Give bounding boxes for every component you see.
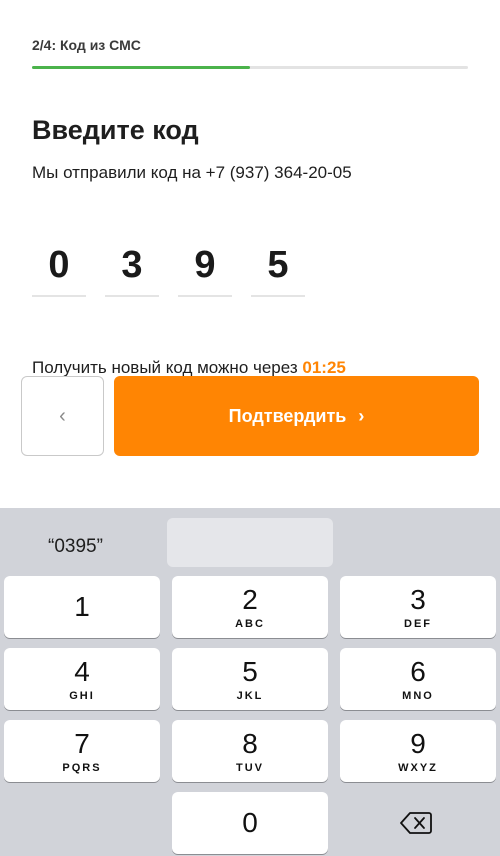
key-digit: 0 — [242, 807, 258, 838]
key-7[interactable]: 7 PQRS — [4, 720, 160, 782]
key-digit: 6 — [410, 655, 426, 687]
key-digit: 7 — [74, 727, 90, 759]
key-3[interactable]: 3 DEF — [340, 576, 496, 638]
key-digit: 5 — [242, 655, 258, 687]
key-5[interactable]: 5 JKL — [172, 648, 328, 710]
code-input-group[interactable]: 0 3 9 5 — [32, 240, 305, 297]
progress-bar — [32, 66, 468, 69]
code-digit-4[interactable]: 5 — [251, 240, 305, 297]
key-digit: 1 — [74, 591, 90, 622]
phone-subtitle: Мы отправили код на +7 (937) 364-20-05 — [32, 163, 352, 182]
confirm-button[interactable]: Подтвердить › — [114, 376, 479, 456]
key-0[interactable]: 0 — [172, 792, 328, 854]
key-letters: MNO — [402, 689, 434, 702]
resend-prefix: Получить новый код можно через — [32, 358, 298, 377]
key-letters: WXYZ — [398, 761, 438, 774]
key-digit: 9 — [410, 727, 426, 759]
key-digit: 3 — [410, 583, 426, 615]
key-4[interactable]: 4 GHI — [4, 648, 160, 710]
key-6[interactable]: 6 MNO — [340, 648, 496, 710]
key-letters: DEF — [404, 617, 432, 630]
key-letters: PQRS — [62, 761, 102, 774]
code-digit-3[interactable]: 9 — [178, 240, 232, 297]
backspace-icon — [400, 812, 432, 834]
page-title: Введите код — [32, 115, 199, 145]
code-digit-1[interactable]: 0 — [32, 240, 86, 297]
step-label: 2/4: Код из СМС — [32, 37, 141, 53]
key-1[interactable]: 1 — [4, 576, 160, 638]
resend-timer: 01:25 — [302, 358, 346, 377]
back-button[interactable]: ‹ — [21, 376, 104, 456]
key-letters: GHI — [69, 689, 95, 702]
key-2[interactable]: 2 ABC — [172, 576, 328, 638]
numeric-keyboard: “0395” 1 2 ABC 3 DEF 4 GHI 5 JKL 6 MNO 7… — [0, 508, 500, 856]
key-8[interactable]: 8 TUV — [172, 720, 328, 782]
key-digit: 4 — [74, 655, 90, 687]
progress-fill — [32, 66, 250, 69]
resend-text: Получить новый код можно через 01:25 — [32, 358, 346, 378]
confirm-label: Подтвердить — [228, 405, 347, 426]
suggestion-slot — [167, 518, 333, 567]
chevron-left-icon: ‹ — [59, 404, 66, 427]
chevron-right-icon: › — [358, 405, 365, 426]
autofill-suggestion[interactable]: “0395” — [48, 536, 103, 558]
key-letters: ABC — [235, 617, 265, 630]
key-letters: TUV — [236, 761, 264, 774]
code-digit-2[interactable]: 3 — [105, 240, 159, 297]
key-letters: JKL — [236, 689, 264, 702]
key-digit: 2 — [242, 583, 258, 615]
delete-key[interactable] — [336, 792, 496, 854]
key-digit: 8 — [242, 727, 258, 759]
key-9[interactable]: 9 WXYZ — [340, 720, 496, 782]
